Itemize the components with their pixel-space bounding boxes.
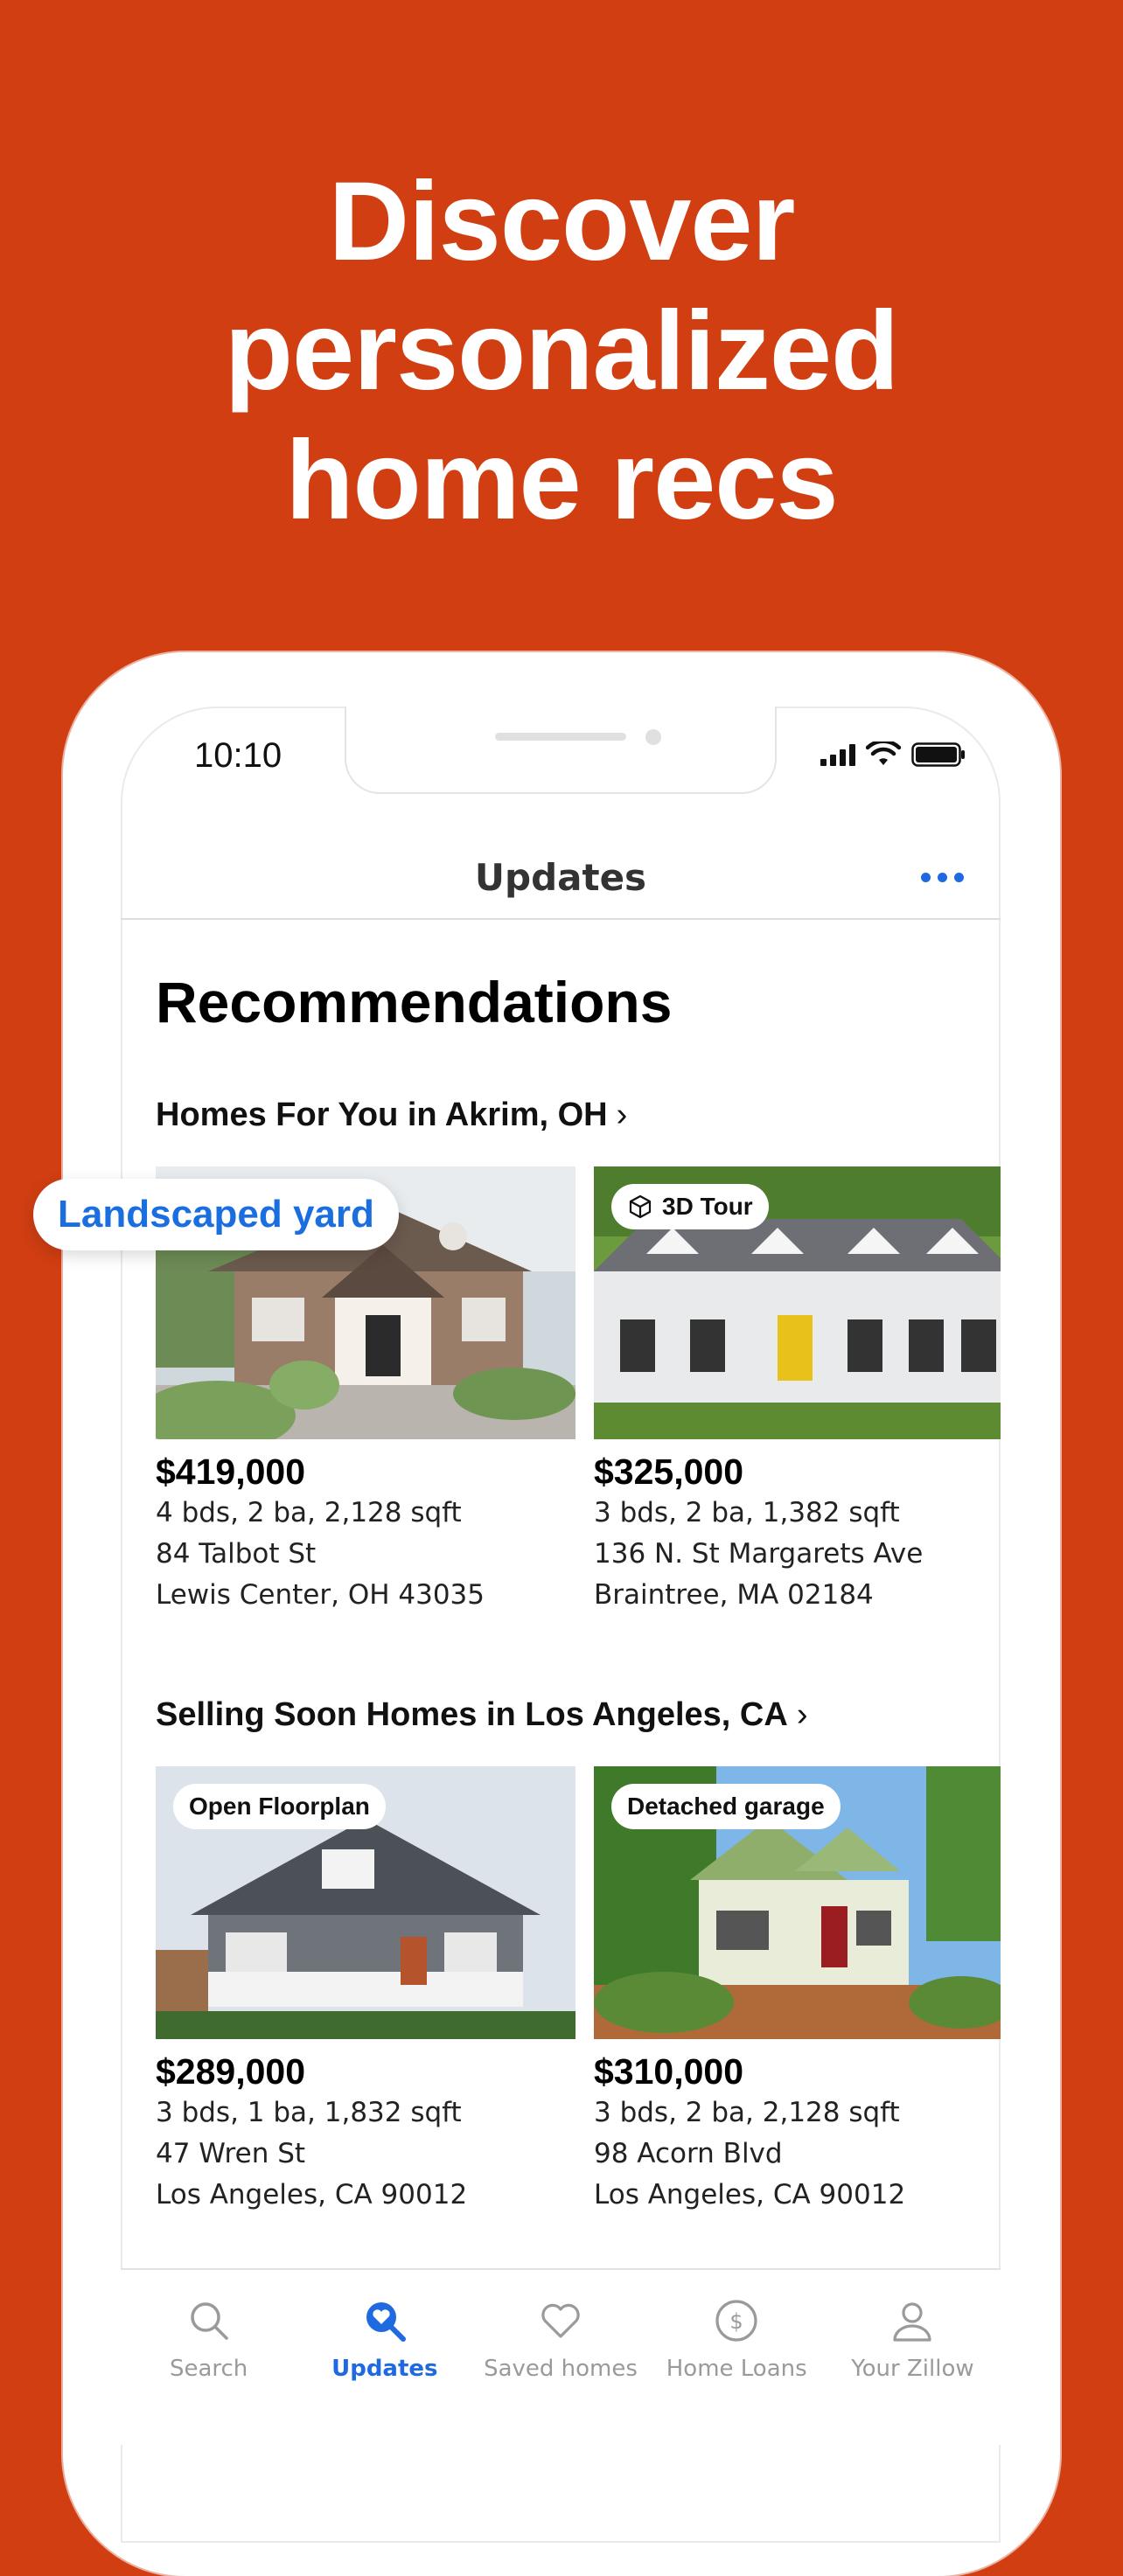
more-dots-icon[interactable] xyxy=(921,873,964,882)
cube-3d-icon xyxy=(629,1194,652,1219)
listing-badge: Detached garage xyxy=(611,1784,841,1829)
tab-label: Updates xyxy=(331,2356,438,2382)
dollar-circle-icon: $ xyxy=(715,2300,757,2342)
tab-home-loans[interactable]: $ Home Loans xyxy=(649,2270,825,2445)
user-icon xyxy=(893,2302,932,2342)
tab-label: Your Zillow xyxy=(851,2356,974,2382)
listing-card[interactable]: Detached garage $310,000 3 bds, 2 ba, 2,… xyxy=(594,1766,1001,2216)
listing-price: $419,000 xyxy=(156,1452,306,1492)
page-title: Updates xyxy=(474,856,647,899)
cellular-signal-icon xyxy=(820,743,855,766)
promo-headline: Discover personalized home recs xyxy=(0,157,1123,546)
phone-screen: 10:10 Updates Recommendations Homes For … xyxy=(121,707,1001,2543)
listing-city: Los Angeles, CA 90012 xyxy=(156,2179,468,2210)
battery-icon xyxy=(911,742,965,767)
listing-details: 3 bds, 2 ba, 2,128 sqft xyxy=(594,2097,900,2128)
listing-street: 84 Talbot St xyxy=(156,1538,317,1570)
nav-header: Updates xyxy=(121,838,1001,920)
chevron-right-icon: › xyxy=(796,1696,808,1733)
listing-details: 4 bds, 2 ba, 2,128 sqft xyxy=(156,1497,462,1528)
tab-updates[interactable]: Updates xyxy=(296,2270,472,2445)
updates-heart-search-icon xyxy=(366,2302,406,2342)
listing-photo: 3D Tour xyxy=(594,1166,1001,1439)
listing-city: Los Angeles, CA 90012 xyxy=(594,2179,906,2210)
search-icon xyxy=(190,2302,228,2340)
tab-bar: Search Updates Saved homes $ Home Loans xyxy=(121,2268,1001,2445)
badge-label: Detached garage xyxy=(627,1793,825,1820)
listing-street: 47 Wren St xyxy=(156,2138,306,2169)
recommendations-heading: Recommendations xyxy=(156,970,673,1034)
listing-photo: Open Floorplan xyxy=(156,1766,575,2039)
listing-price: $325,000 xyxy=(594,1452,744,1492)
svg-text:$: $ xyxy=(730,2309,743,2334)
section-title-label: Homes For You in Akrim, OH xyxy=(156,1097,608,1133)
tab-label: Saved homes xyxy=(484,2356,638,2382)
phone-notch xyxy=(345,707,777,794)
chevron-right-icon: › xyxy=(616,1097,628,1133)
heart-icon xyxy=(541,2303,580,2338)
tab-label: Home Loans xyxy=(666,2356,807,2382)
headline-line-3: home recs xyxy=(285,418,838,543)
listing-photo: Detached garage xyxy=(594,1766,1001,2039)
front-camera xyxy=(645,729,661,745)
tab-search[interactable]: Search xyxy=(121,2270,296,2445)
listing-badge: Open Floorplan xyxy=(173,1784,386,1829)
tab-label: Search xyxy=(169,2356,248,2382)
section-title-homes-for-you[interactable]: Homes For You in Akrim, OH › xyxy=(156,1097,627,1134)
feature-tag-landscaped-yard: Landscaped yard xyxy=(33,1179,399,1250)
tab-saved-homes[interactable]: Saved homes xyxy=(472,2270,648,2445)
listing-card[interactable]: 3D Tour $325,000 3 bds, 2 ba, 1,382 sqft… xyxy=(594,1166,1001,1616)
headline-line-1: Discover xyxy=(328,159,796,284)
headline-line-2: personalized xyxy=(224,289,899,414)
badge-label: Open Floorplan xyxy=(189,1793,370,1820)
section-title-selling-soon[interactable]: Selling Soon Homes in Los Angeles, CA › xyxy=(156,1696,807,1734)
listing-street: 98 Acorn Blvd xyxy=(594,2138,783,2169)
listing-price: $310,000 xyxy=(594,2051,744,2092)
listing-details: 3 bds, 1 ba, 1,832 sqft xyxy=(156,2097,462,2128)
listing-city: Braintree, MA 02184 xyxy=(594,1579,874,1611)
tab-your-zillow[interactable]: Your Zillow xyxy=(825,2270,1001,2445)
badge-label: 3D Tour xyxy=(662,1193,753,1220)
listing-city: Lewis Center, OH 43035 xyxy=(156,1579,485,1611)
status-time: 10:10 xyxy=(194,736,282,775)
section-title-label: Selling Soon Homes in Los Angeles, CA xyxy=(156,1696,788,1733)
listing-street: 136 N. St Margarets Ave xyxy=(594,1538,924,1570)
listing-details: 3 bds, 2 ba, 1,382 sqft xyxy=(594,1497,900,1528)
wifi-icon xyxy=(866,741,901,765)
listing-badge: 3D Tour xyxy=(611,1184,769,1229)
status-icons xyxy=(820,741,966,768)
speaker-grille xyxy=(495,733,626,741)
listing-card[interactable]: Open Floorplan $289,000 3 bds, 1 ba, 1,8… xyxy=(156,1766,575,2216)
listing-price: $289,000 xyxy=(156,2051,306,2092)
